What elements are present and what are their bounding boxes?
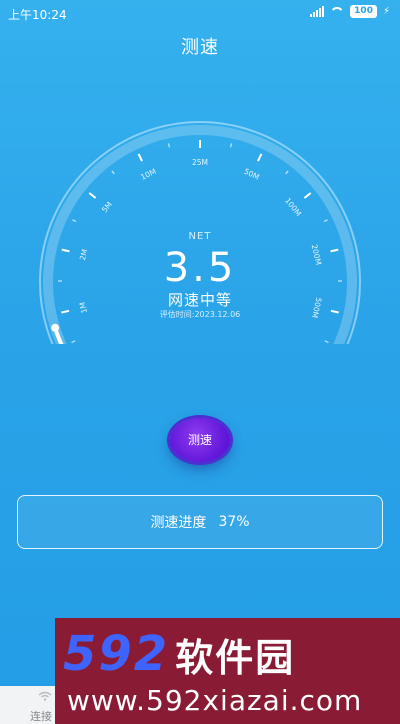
test-progress: 测速进度 37% bbox=[17, 495, 383, 549]
net-label: NET bbox=[188, 231, 212, 242]
status-icons: 100 ⚡ bbox=[310, 5, 390, 18]
gauge-major-tick bbox=[88, 192, 97, 199]
battery-icon: 100 bbox=[350, 5, 377, 18]
gauge-major-tick bbox=[137, 153, 144, 162]
gauge-minor-tick bbox=[285, 170, 289, 175]
speed-value: 3.5 bbox=[163, 245, 237, 291]
speed-test-screen: 上午10:24 100 ⚡ 测速 0M1M2M5M10M25M50M100M20… bbox=[0, 0, 400, 724]
evaluation-time: 评估时间:2023.12.06 bbox=[159, 310, 241, 319]
gauge-minor-tick bbox=[72, 219, 77, 223]
watermark-brand: 软件园 bbox=[175, 635, 296, 680]
gauge-minor-tick bbox=[230, 143, 233, 148]
watermark: 592 软件园 www.592xiazai.com bbox=[55, 618, 400, 724]
wifi-icon bbox=[330, 7, 344, 17]
watermark-number: 592 bbox=[63, 626, 170, 682]
status-time: 上午10:24 bbox=[8, 8, 67, 22]
gauge-minor-tick bbox=[71, 340, 76, 344]
signal-icon bbox=[310, 6, 325, 17]
progress-label: 测速进度 bbox=[150, 515, 207, 531]
gauge-progress-dot bbox=[51, 323, 60, 332]
gauge-tick-label: 100M bbox=[283, 196, 303, 218]
gauge-minor-tick bbox=[167, 143, 170, 148]
page-title: 测速 bbox=[181, 37, 219, 58]
nav-item-connect[interactable]: 连接 bbox=[30, 708, 52, 724]
wifi-icon[interactable] bbox=[38, 691, 52, 701]
gauge-major-tick bbox=[256, 153, 263, 162]
speed-test-button[interactable]: 测速 bbox=[170, 418, 230, 462]
gauge-minor-tick bbox=[323, 219, 328, 223]
progress-value: 37% bbox=[218, 514, 250, 530]
status-bar: 上午10:24 100 ⚡ bbox=[0, 0, 400, 26]
gauge-tick-label: 5M bbox=[100, 200, 114, 214]
charging-icon: ⚡ bbox=[382, 6, 390, 17]
watermark-logo: 592 软件园 bbox=[63, 626, 393, 682]
speed-level: 网速中等 bbox=[167, 291, 232, 309]
gauge-major-tick bbox=[303, 192, 312, 199]
gauge-tick-label: 10M bbox=[139, 167, 157, 182]
gauge-minor-tick bbox=[111, 170, 115, 175]
gauge-minor-tick bbox=[324, 340, 329, 344]
watermark-url: www.592xiazai.com bbox=[67, 684, 363, 717]
gauge-tick-label: 50M bbox=[242, 167, 260, 182]
gauge-tick-label: 25M bbox=[192, 158, 208, 167]
